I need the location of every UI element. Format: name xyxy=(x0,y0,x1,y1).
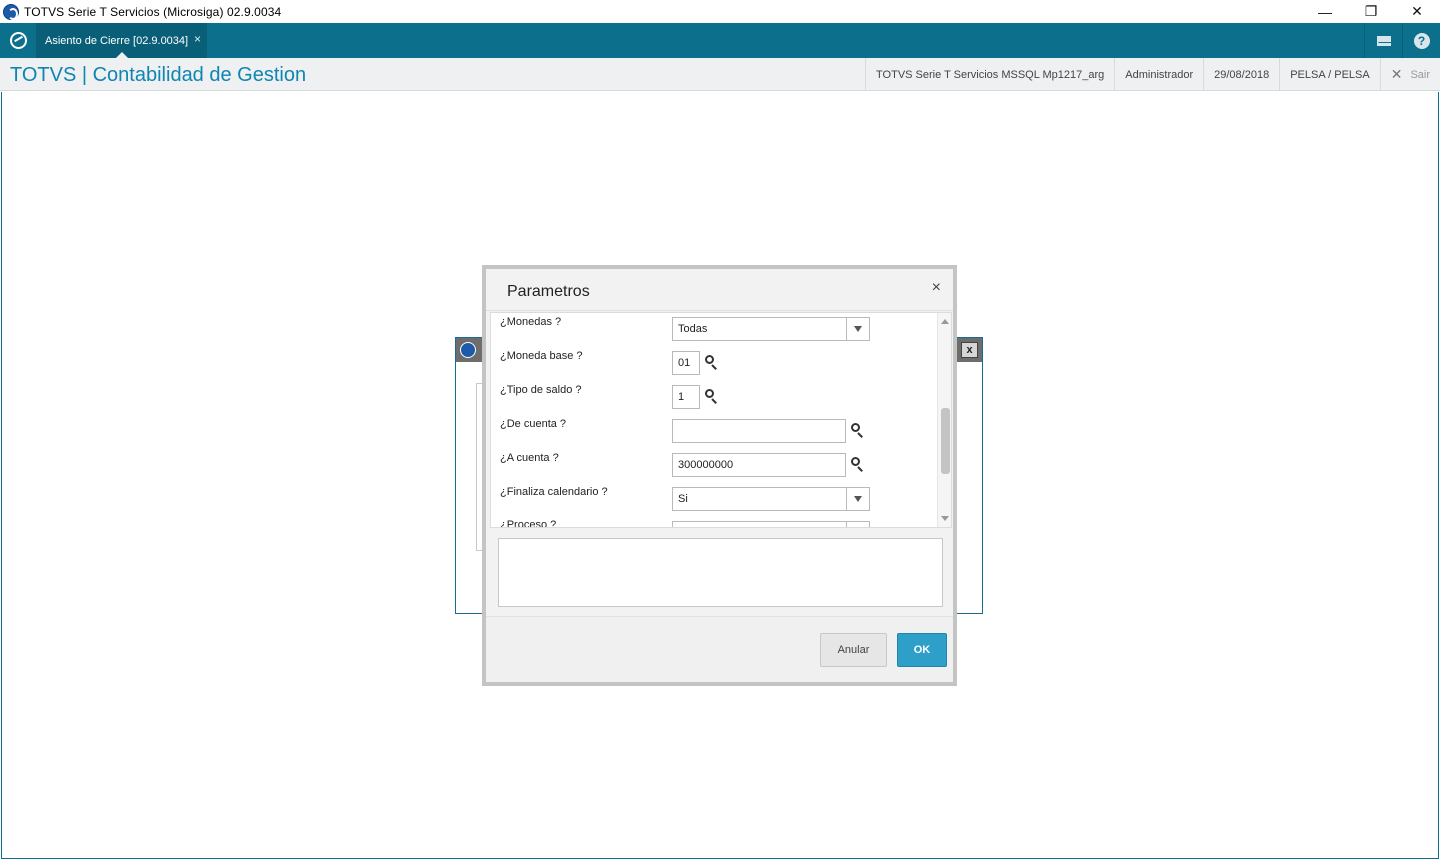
mail-icon xyxy=(1376,35,1391,46)
param-row: ¿De cuenta ? xyxy=(491,415,937,449)
company-label: PELSA / PELSA xyxy=(1279,58,1380,91)
scroll-down-icon[interactable] xyxy=(941,516,949,521)
chevron-down-icon[interactable] xyxy=(846,318,869,340)
tabbar-tools: ? xyxy=(1364,23,1440,58)
param-row: ¿A cuenta ? 300000000 xyxy=(491,449,937,483)
chevron-down-icon[interactable] xyxy=(846,488,869,510)
param-tipo-saldo-input[interactable]: 1 xyxy=(672,385,700,409)
param-proceso-select[interactable] xyxy=(672,521,870,527)
dialog-header: Parametros × xyxy=(486,269,953,311)
param-row: ¿Finaliza calendario ? Si xyxy=(491,483,937,517)
scroll-thumb[interactable] xyxy=(941,408,950,474)
mail-button[interactable] xyxy=(1364,23,1402,58)
window-title: TOTVS Serie T Servicios (Microsiga) 02.9… xyxy=(24,4,282,19)
close-window-button[interactable]: ✕ xyxy=(1394,0,1440,23)
input-value: 01 xyxy=(678,357,691,369)
help-button[interactable]: ? xyxy=(1402,23,1440,58)
tab-close-icon[interactable]: × xyxy=(194,32,201,46)
param-de-cuenta-input[interactable] xyxy=(672,419,846,443)
parameter-help-box xyxy=(498,538,943,607)
select-value: Todas xyxy=(678,323,708,335)
ok-button[interactable]: OK xyxy=(897,633,947,667)
param-row: ¿Tipo de saldo ? 1 xyxy=(491,381,937,415)
parameters-dialog: Parametros × ¿Monedas ? Todas ¿Moneda ba… xyxy=(482,265,957,686)
param-row: ¿Monedas ? Todas xyxy=(491,313,937,347)
input-value: 300000000 xyxy=(678,459,734,471)
dialog-footer: Anular OK xyxy=(486,616,953,682)
param-moneda-base-input[interactable]: 01 xyxy=(672,351,700,375)
param-label: ¿Finaliza calendario ? xyxy=(500,486,608,498)
home-icon[interactable] xyxy=(10,32,27,49)
app-logo-icon xyxy=(3,3,19,20)
param-label: ¿Tipo de saldo ? xyxy=(500,384,582,396)
parameters-scrollbar[interactable] xyxy=(937,313,951,527)
restore-button[interactable]: ❐ xyxy=(1348,0,1394,23)
param-finaliza-calendario-select[interactable]: Si xyxy=(672,487,870,511)
scroll-up-icon[interactable] xyxy=(941,319,949,324)
select-value: Si xyxy=(678,493,688,505)
environment-label: TOTVS Serie T Servicios MSSQL Mp1217_arg xyxy=(865,58,1114,91)
exit-button[interactable]: ✕ Sair xyxy=(1379,58,1440,91)
close-icon: ✕ xyxy=(1390,66,1403,82)
window-controls: — ❐ ✕ xyxy=(1302,0,1440,23)
background-dialog-close-button[interactable]: x xyxy=(961,342,978,358)
app-logo-icon xyxy=(460,342,476,358)
tab-asiento-de-cierre[interactable]: Asiento de Cierre [02.9.0034] × xyxy=(36,23,207,58)
param-label: ¿A cuenta ? xyxy=(500,452,559,464)
module-title: TOTVS | Contabilidad de Gestion xyxy=(10,64,307,86)
session-info: TOTVS Serie T Servicios MSSQL Mp1217_arg… xyxy=(865,58,1440,91)
exit-label: Sair xyxy=(1410,68,1430,81)
param-label: ¿Monedas ? xyxy=(500,316,562,328)
param-row: ¿Proceso ? xyxy=(491,517,937,528)
search-icon[interactable] xyxy=(705,389,719,404)
help-icon: ? xyxy=(1413,32,1430,49)
dialog-title: Parametros xyxy=(507,283,590,300)
app-header: TOTVS | Contabilidad de Gestion TOTVS Se… xyxy=(0,58,1440,91)
tab-bar: Asiento de Cierre [02.9.0034] × ? xyxy=(0,23,1440,58)
search-icon[interactable] xyxy=(851,457,865,472)
user-label: Administrador xyxy=(1114,58,1203,91)
parameters-list: ¿Monedas ? Todas ¿Moneda base ? 01 ¿Tipo… xyxy=(490,312,952,528)
date-label: 29/08/2018 xyxy=(1203,58,1279,91)
param-a-cuenta-input[interactable]: 300000000 xyxy=(672,453,846,477)
search-icon[interactable] xyxy=(851,423,865,438)
param-row: ¿Moneda base ? 01 xyxy=(491,347,937,381)
minimize-button[interactable]: — xyxy=(1302,0,1348,23)
tab-label: Asiento de Cierre [02.9.0034] xyxy=(45,34,189,47)
param-label: ¿Proceso ? xyxy=(500,519,557,528)
param-monedas-select[interactable]: Todas xyxy=(672,317,870,341)
cancel-button[interactable]: Anular xyxy=(820,633,887,667)
chevron-down-icon[interactable] xyxy=(846,522,869,527)
param-label: ¿Moneda base ? xyxy=(500,350,583,362)
search-icon[interactable] xyxy=(705,355,719,370)
window-titlebar: TOTVS Serie T Servicios (Microsiga) 02.9… xyxy=(0,0,1440,23)
dialog-close-button[interactable]: × xyxy=(932,279,941,297)
param-label: ¿De cuenta ? xyxy=(500,418,567,430)
input-value: 1 xyxy=(678,391,685,403)
